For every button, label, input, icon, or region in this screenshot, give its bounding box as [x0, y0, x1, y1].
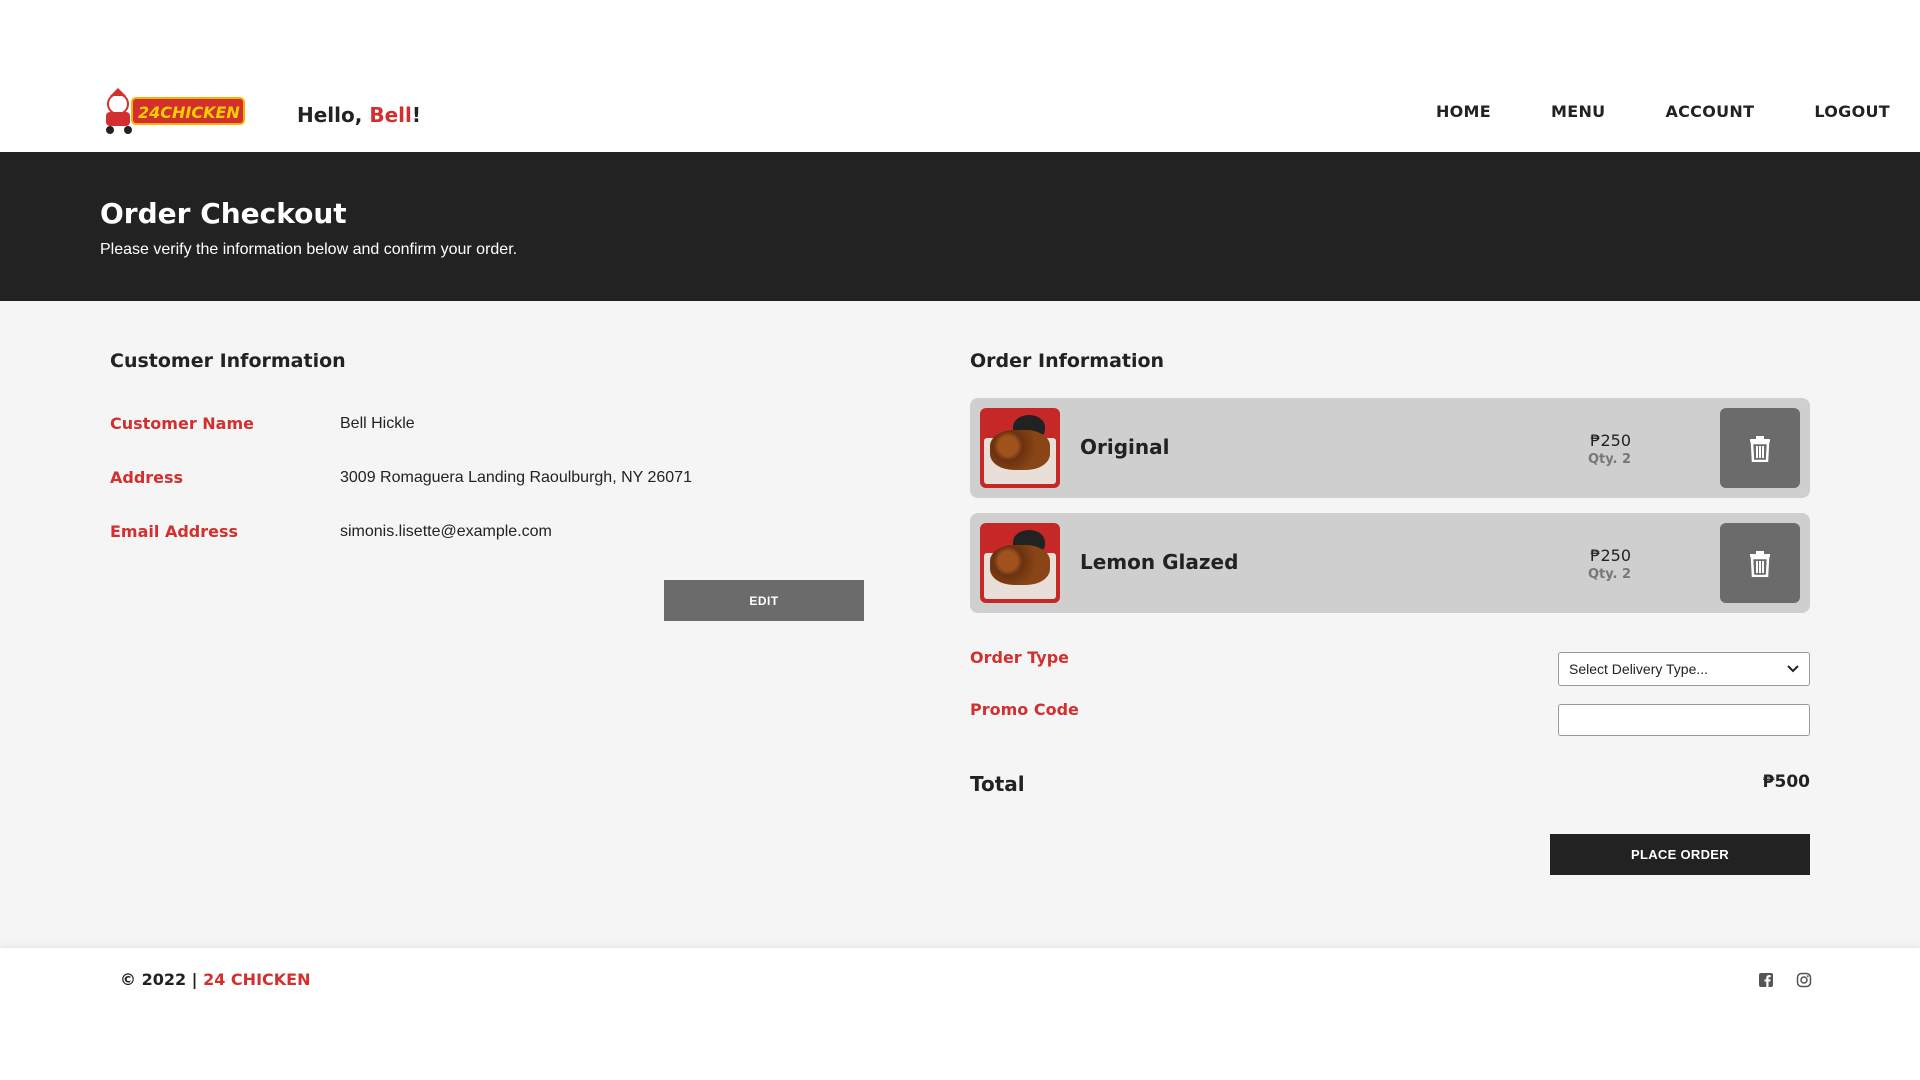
customer-name-row: Customer Name Bell Hickle: [110, 414, 415, 433]
nav-home[interactable]: HOME: [1436, 102, 1491, 121]
email-row: Email Address simonis.lisette@example.co…: [110, 522, 552, 541]
nav-logout[interactable]: LOGOUT: [1814, 102, 1890, 121]
customer-information-section: Customer Information Customer Name Bell …: [110, 350, 865, 621]
order-section-title: Order Information: [970, 350, 1165, 372]
delivery-type-select[interactable]: Select Delivery Type...: [1558, 652, 1810, 686]
greeting: Hello, Bell!: [297, 103, 421, 127]
social-links: [1736, 972, 1812, 988]
promo-code-input[interactable]: [1558, 704, 1810, 736]
email-value: simonis.lisette@example.com: [340, 522, 552, 540]
page-title: Order Checkout: [100, 197, 347, 230]
email-label: Email Address: [110, 522, 239, 541]
trash-icon: [1750, 436, 1770, 462]
item-image: [980, 408, 1060, 488]
greeting-username: Bell: [369, 103, 412, 127]
top-header: 24CHICKEN Hello, Bell! HOME MENU ACCOUNT…: [0, 0, 1920, 152]
footer: © 2022 | 24 CHICKEN: [0, 948, 1920, 1080]
copyright: © 2022 | 24 CHICKEN: [120, 970, 311, 989]
item-price: ₱250: [1590, 431, 1631, 450]
nav-menu[interactable]: MENU: [1551, 102, 1605, 121]
instagram-icon[interactable]: [1796, 972, 1812, 988]
address-label: Address: [110, 468, 184, 487]
order-type-label: Order Type: [970, 648, 1070, 667]
customer-name-label: Customer Name: [110, 414, 254, 433]
item-image: [980, 523, 1060, 603]
promo-code-label: Promo Code: [970, 700, 1079, 719]
trash-icon: [1750, 551, 1770, 577]
chevron-down-icon: [1787, 665, 1799, 673]
address-row: Address 3009 Romaguera Landing Raoulburg…: [110, 468, 692, 487]
order-item: Original ₱250 Qty. 2: [970, 398, 1810, 498]
svg-text:24CHICKEN: 24CHICKEN: [138, 103, 240, 122]
item-name: Original: [1080, 435, 1170, 459]
total-value: ₱500: [1762, 772, 1810, 792]
order-information-section: Order Information Original ₱250 Qty. 2 L…: [970, 350, 1810, 875]
nav-account[interactable]: ACCOUNT: [1665, 102, 1754, 121]
main-nav: HOME MENU ACCOUNT LOGOUT: [1376, 102, 1890, 121]
customer-name-value: Bell Hickle: [340, 414, 415, 432]
delete-item-button[interactable]: [1720, 408, 1800, 488]
brand-logo[interactable]: 24CHICKEN: [100, 86, 248, 136]
facebook-icon[interactable]: [1758, 972, 1774, 988]
address-value: 3009 Romaguera Landing Raoulburgh, NY 26…: [340, 468, 692, 486]
place-order-button[interactable]: PLACE ORDER: [1550, 834, 1810, 875]
customer-section-title: Customer Information: [110, 350, 346, 372]
footer-brand: 24 CHICKEN: [203, 970, 311, 989]
edit-button[interactable]: EDIT: [664, 580, 864, 621]
total-label: Total: [970, 772, 1025, 796]
item-name: Lemon Glazed: [1080, 550, 1239, 574]
item-quantity: Qty. 2: [1587, 567, 1631, 582]
page-banner: Order Checkout Please verify the informa…: [0, 152, 1920, 301]
page-subtitle: Please verify the information below and …: [100, 241, 518, 258]
item-quantity: Qty. 2: [1587, 452, 1631, 467]
order-item: Lemon Glazed ₱250 Qty. 2: [970, 513, 1810, 613]
item-price: ₱250: [1590, 546, 1631, 565]
delete-item-button[interactable]: [1720, 523, 1800, 603]
